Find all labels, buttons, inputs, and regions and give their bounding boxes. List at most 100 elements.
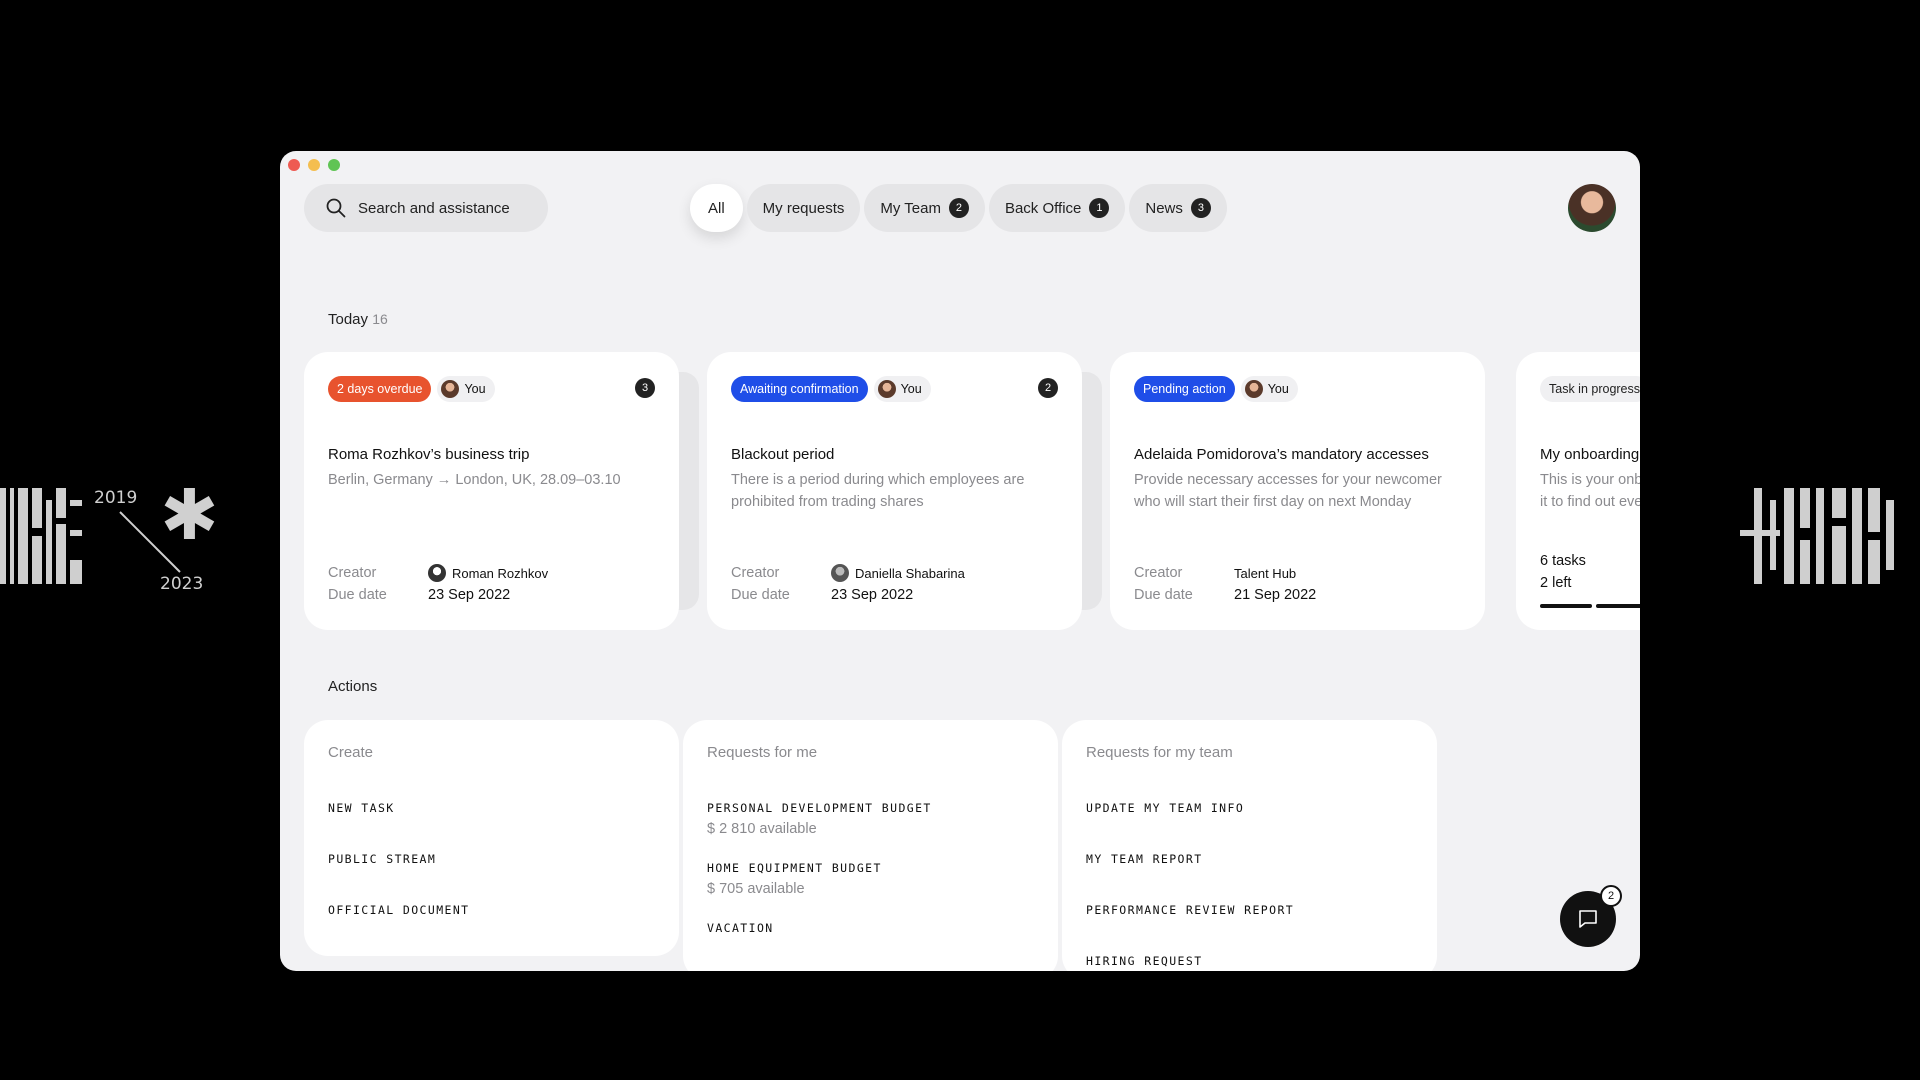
requests-for-team-panel: Requests for my team UPDATE MY TEAM INFO… xyxy=(1062,720,1437,971)
status-badge: Awaiting confirmation xyxy=(731,376,868,402)
assignee-name: You xyxy=(1267,382,1289,396)
panel-title: Requests for me xyxy=(707,744,818,761)
tasks-total: 6 tasks xyxy=(1540,553,1586,569)
chat-count-badge: 2 xyxy=(1600,885,1622,907)
status-badge: 2 days overdue xyxy=(328,376,432,402)
creator-name: Roman Rozhkov xyxy=(452,565,549,581)
update-team-info-link[interactable]: UPDATE MY TEAM INFO xyxy=(1086,801,1413,815)
avatar xyxy=(877,380,896,398)
filter-tabs: All My requests My Team 2 Back Office 1 … xyxy=(690,184,1227,232)
assignee-chip[interactable]: You xyxy=(873,376,931,402)
avatar xyxy=(831,564,849,582)
due-date: 21 Sep 2022 xyxy=(1234,587,1317,603)
card-meta: Creator Talent Hub Due date 21 Sep 2022 xyxy=(1134,562,1316,606)
close-window-button[interactable] xyxy=(288,159,300,171)
progress-segment xyxy=(1540,604,1592,608)
status-badge: Task in progress xyxy=(1540,376,1640,402)
today-heading: Today 16 xyxy=(328,311,388,328)
search-input[interactable]: Search and assistance xyxy=(304,184,548,232)
card-title: Blackout period xyxy=(731,446,835,463)
card-title: Roma Rozhkov’s business trip xyxy=(328,446,530,463)
tab-all[interactable]: All xyxy=(690,184,743,232)
barcode-art-right xyxy=(1740,488,1894,584)
task-card[interactable]: Task in progress My onboarding This is y… xyxy=(1516,352,1640,630)
creator-label: Creator xyxy=(731,565,780,581)
avatar xyxy=(441,380,460,398)
due-date: 23 Sep 2022 xyxy=(428,587,511,603)
creator-name: Talent Hub xyxy=(1234,565,1297,581)
card-title: Adelaida Pomidorova’s mandatory accesses xyxy=(1134,446,1429,463)
list-item[interactable]: HOME EQUIPMENT BUDGET $ 705 available xyxy=(707,861,1034,897)
card-title: My onboarding xyxy=(1540,446,1640,463)
task-cards: 2 days overdue You 3 Roma Rozhkov’s busi… xyxy=(304,352,1640,630)
progress-segment xyxy=(1596,604,1640,608)
card-description: Provide necessary accesses for your newc… xyxy=(1134,472,1442,510)
budget-available: $ 705 available xyxy=(707,881,805,897)
avatar xyxy=(1244,380,1263,398)
comment-count-badge: 2 xyxy=(1038,378,1058,398)
assignee-name: You xyxy=(900,382,922,396)
tasks-left: 2 left xyxy=(1540,575,1572,591)
personal-development-budget-link[interactable]: PERSONAL DEVELOPMENT BUDGET xyxy=(707,801,1034,815)
decor-left-artwork: 2019 2023 ✱ xyxy=(0,480,220,600)
window-controls xyxy=(288,159,340,171)
due-date: 23 Sep 2022 xyxy=(831,587,914,603)
new-task-link[interactable]: NEW TASK xyxy=(328,801,655,815)
card-description: This is your onboard it to find out ever… xyxy=(1540,472,1640,509)
minimize-window-button[interactable] xyxy=(308,159,320,171)
tab-label: My Team xyxy=(880,199,941,217)
requests-for-me-panel: Requests for me PERSONAL DEVELOPMENT BUD… xyxy=(683,720,1058,971)
decor-year-end: 2023 xyxy=(160,574,204,594)
due-date-label: Due date xyxy=(328,587,387,603)
due-date-label: Due date xyxy=(1134,587,1193,603)
creator-label: Creator xyxy=(328,565,377,581)
team-report-link[interactable]: MY TEAM REPORT xyxy=(1086,852,1413,866)
comment-count-badge: 3 xyxy=(635,378,655,398)
assignee-chip[interactable]: You xyxy=(437,376,495,402)
avatar xyxy=(428,564,446,582)
create-panel: Create NEW TASK PUBLIC STREAM OFFICIAL D… xyxy=(304,720,679,956)
assignee-chip[interactable]: You xyxy=(1240,376,1298,402)
tab-my-team[interactable]: My Team 2 xyxy=(864,184,985,232)
vacation-link[interactable]: VACATION xyxy=(707,921,1034,935)
card-description: There is a period during which employees… xyxy=(731,472,1025,510)
card-progress: 6 tasks 2 left xyxy=(1540,550,1640,608)
creator-name: Daniella Shabarina xyxy=(855,565,965,581)
task-card[interactable]: Awaiting confirmation You 2 Blackout per… xyxy=(707,352,1082,630)
tab-label: Back Office xyxy=(1004,199,1082,217)
hiring-request-link[interactable]: HIRING REQUEST xyxy=(1086,954,1413,968)
zoom-window-button[interactable] xyxy=(328,159,340,171)
barcode-art-left xyxy=(0,488,82,584)
assignee-name: You xyxy=(464,382,486,396)
decor-right-artwork xyxy=(1740,480,1920,600)
performance-review-report-link[interactable]: PERFORMANCE REVIEW REPORT xyxy=(1086,903,1413,917)
actions-heading: Actions xyxy=(328,678,378,695)
tab-count-badge: 3 xyxy=(1190,198,1211,218)
card-meta: Creator Daniella Shabarina Due date 23 S… xyxy=(731,562,965,606)
tab-my-requests[interactable]: My requests xyxy=(746,184,861,232)
due-date-label: Due date xyxy=(731,587,790,603)
tab-label: My requests xyxy=(762,199,845,217)
tab-count-badge: 2 xyxy=(948,198,969,218)
chat-icon xyxy=(1579,910,1597,928)
tab-back-office[interactable]: Back Office 1 xyxy=(988,184,1126,232)
decor-year-start: 2019 xyxy=(94,488,138,508)
official-document-link[interactable]: OFFICIAL DOCUMENT xyxy=(328,903,655,917)
status-badge: Pending action xyxy=(1134,376,1235,402)
today-count: 16 xyxy=(372,311,388,327)
public-stream-link[interactable]: PUBLIC STREAM xyxy=(328,852,655,866)
card-description: Berlin, Germany → London, UK, 28.09–03.1… xyxy=(328,472,621,488)
home-equipment-budget-link[interactable]: HOME EQUIPMENT BUDGET xyxy=(707,861,1034,875)
list-item[interactable]: PERSONAL DEVELOPMENT BUDGET $ 2 810 avai… xyxy=(707,801,1034,837)
panel-title: Requests for my team xyxy=(1086,744,1233,761)
chat-button[interactable]: 2 xyxy=(1560,885,1622,947)
user-avatar[interactable] xyxy=(1568,184,1616,232)
task-card[interactable]: Pending action You Adelaida Pomidorova’s… xyxy=(1110,352,1485,630)
tab-label: News xyxy=(1145,199,1183,217)
card-meta: Creator Roman Rozhkov Due date 23 Sep 20… xyxy=(328,562,548,606)
search-icon xyxy=(326,198,346,218)
task-card[interactable]: 2 days overdue You 3 Roma Rozhkov’s busi… xyxy=(304,352,679,630)
tab-news[interactable]: News 3 xyxy=(1129,184,1227,232)
creator-label: Creator xyxy=(1134,565,1183,581)
tab-label: All xyxy=(708,199,725,217)
